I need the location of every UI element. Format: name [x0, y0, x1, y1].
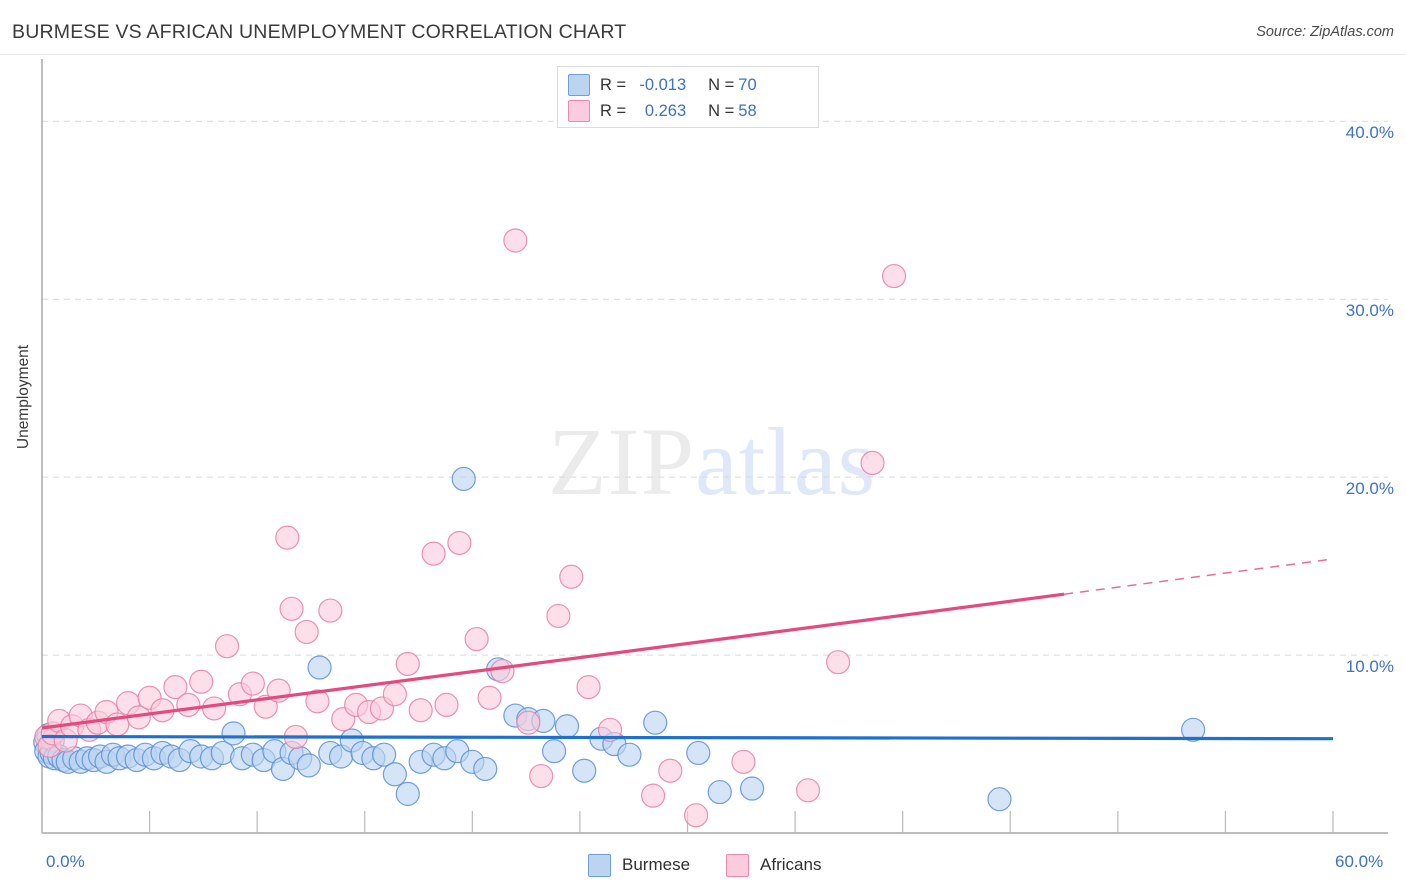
- scatter-point: [640, 783, 666, 808]
- legend-swatch-africans: [726, 853, 750, 877]
- scatter-point: [176, 692, 201, 717]
- scatter-point: [296, 753, 321, 778]
- stats-r-label-africans: R =: [600, 101, 627, 120]
- stats-n-value-burmese: 70: [738, 75, 757, 94]
- stats-r-value-burmese: -0.013: [639, 75, 687, 94]
- scatter-point: [451, 466, 476, 492]
- scatter-point: [318, 598, 343, 623]
- legend-label-burmese: Burmese: [622, 855, 691, 874]
- scatter-point: [447, 530, 472, 556]
- stats-n-label-africans: N =: [708, 101, 735, 120]
- scatter-point: [214, 634, 240, 659]
- scatter-point: [279, 596, 304, 621]
- scatter-point: [684, 803, 709, 828]
- trendline-burmese: [41, 734, 1334, 741]
- legend-label-africans: Africans: [760, 855, 822, 874]
- legend-item-burmese[interactable]: Burmese: [588, 853, 691, 877]
- scatter-point: [477, 685, 502, 710]
- y-axis-tick-30: 30.0%: [1345, 301, 1394, 321]
- scatter-point: [686, 740, 711, 766]
- scatter-series-burmese: [33, 466, 1206, 812]
- legend-swatch-burmese: [588, 853, 611, 877]
- x-axis-tick-max: 60.0%: [1335, 852, 1384, 871]
- scatter-point: [503, 228, 528, 253]
- plot-area: [33, 59, 1388, 834]
- scatter-point: [576, 674, 601, 700]
- scatter-point: [395, 651, 420, 677]
- correlation-chart: BURMESE VS AFRICAN UNEMPLOYMENT CORRELAT…: [0, 0, 1406, 892]
- scatter-point: [881, 263, 907, 289]
- scatter-point: [464, 626, 489, 652]
- scatter-point: [987, 787, 1012, 812]
- scatter-point: [473, 756, 498, 782]
- scatter-point: [658, 758, 683, 783]
- scatter-point: [294, 619, 319, 645]
- scatter-point: [275, 525, 300, 550]
- scatter-point: [434, 692, 459, 717]
- scatter-point: [731, 749, 756, 774]
- chart-legend: Burmese Africans: [588, 852, 857, 878]
- x-axis-tick-min: 0.0%: [46, 852, 85, 871]
- y-axis-tick-20: 20.0%: [1345, 479, 1394, 499]
- y-axis-tick-40: 40.0%: [1345, 123, 1394, 143]
- stats-r-value-africans: 0.263: [644, 101, 687, 120]
- scatter-point: [529, 763, 554, 789]
- scatter-point: [382, 762, 407, 787]
- stats-r-label-burmese: R =: [600, 75, 627, 94]
- scatter-point: [554, 714, 580, 739]
- scatter-point: [559, 564, 584, 589]
- scatter-point: [643, 710, 668, 735]
- scatter-point: [307, 655, 332, 680]
- stats-n-value-africans: 58: [738, 101, 757, 120]
- stats-n-label-burmese: N =: [708, 75, 735, 94]
- scatter-point: [189, 669, 214, 694]
- stats-swatch-africans: [568, 100, 590, 122]
- scatter-point: [221, 721, 246, 746]
- scatter-point: [860, 450, 885, 476]
- scatter-point: [395, 781, 420, 806]
- scatter-point: [202, 696, 227, 721]
- scatter-point: [795, 778, 821, 803]
- scatter-point: [826, 650, 851, 675]
- y-axis-tick-10: 10.0%: [1345, 657, 1394, 677]
- legend-item-africans[interactable]: Africans: [726, 853, 822, 877]
- stats-row-africans: R = 0.263 N = 58: [568, 98, 768, 124]
- scatter-point: [617, 742, 642, 767]
- scatter-point: [572, 758, 597, 783]
- scatter-point: [707, 779, 732, 805]
- correlation-stats-box: R = -0.013 N = 70 R = 0.263 N = 58: [557, 66, 819, 128]
- trendline-extension-africans: [1063, 558, 1334, 595]
- scatter-point: [546, 603, 571, 629]
- scatter-point: [739, 776, 765, 801]
- scatter-point: [240, 671, 265, 696]
- stats-row-burmese: R = -0.013 N = 70: [568, 72, 768, 98]
- scatter-point: [541, 739, 567, 764]
- scatter-point: [408, 698, 433, 723]
- stats-swatch-burmese: [568, 74, 590, 96]
- scatter-point: [421, 541, 446, 566]
- scatter-point: [516, 710, 541, 735]
- scatter-point: [382, 682, 407, 707]
- scatter-point: [490, 658, 515, 684]
